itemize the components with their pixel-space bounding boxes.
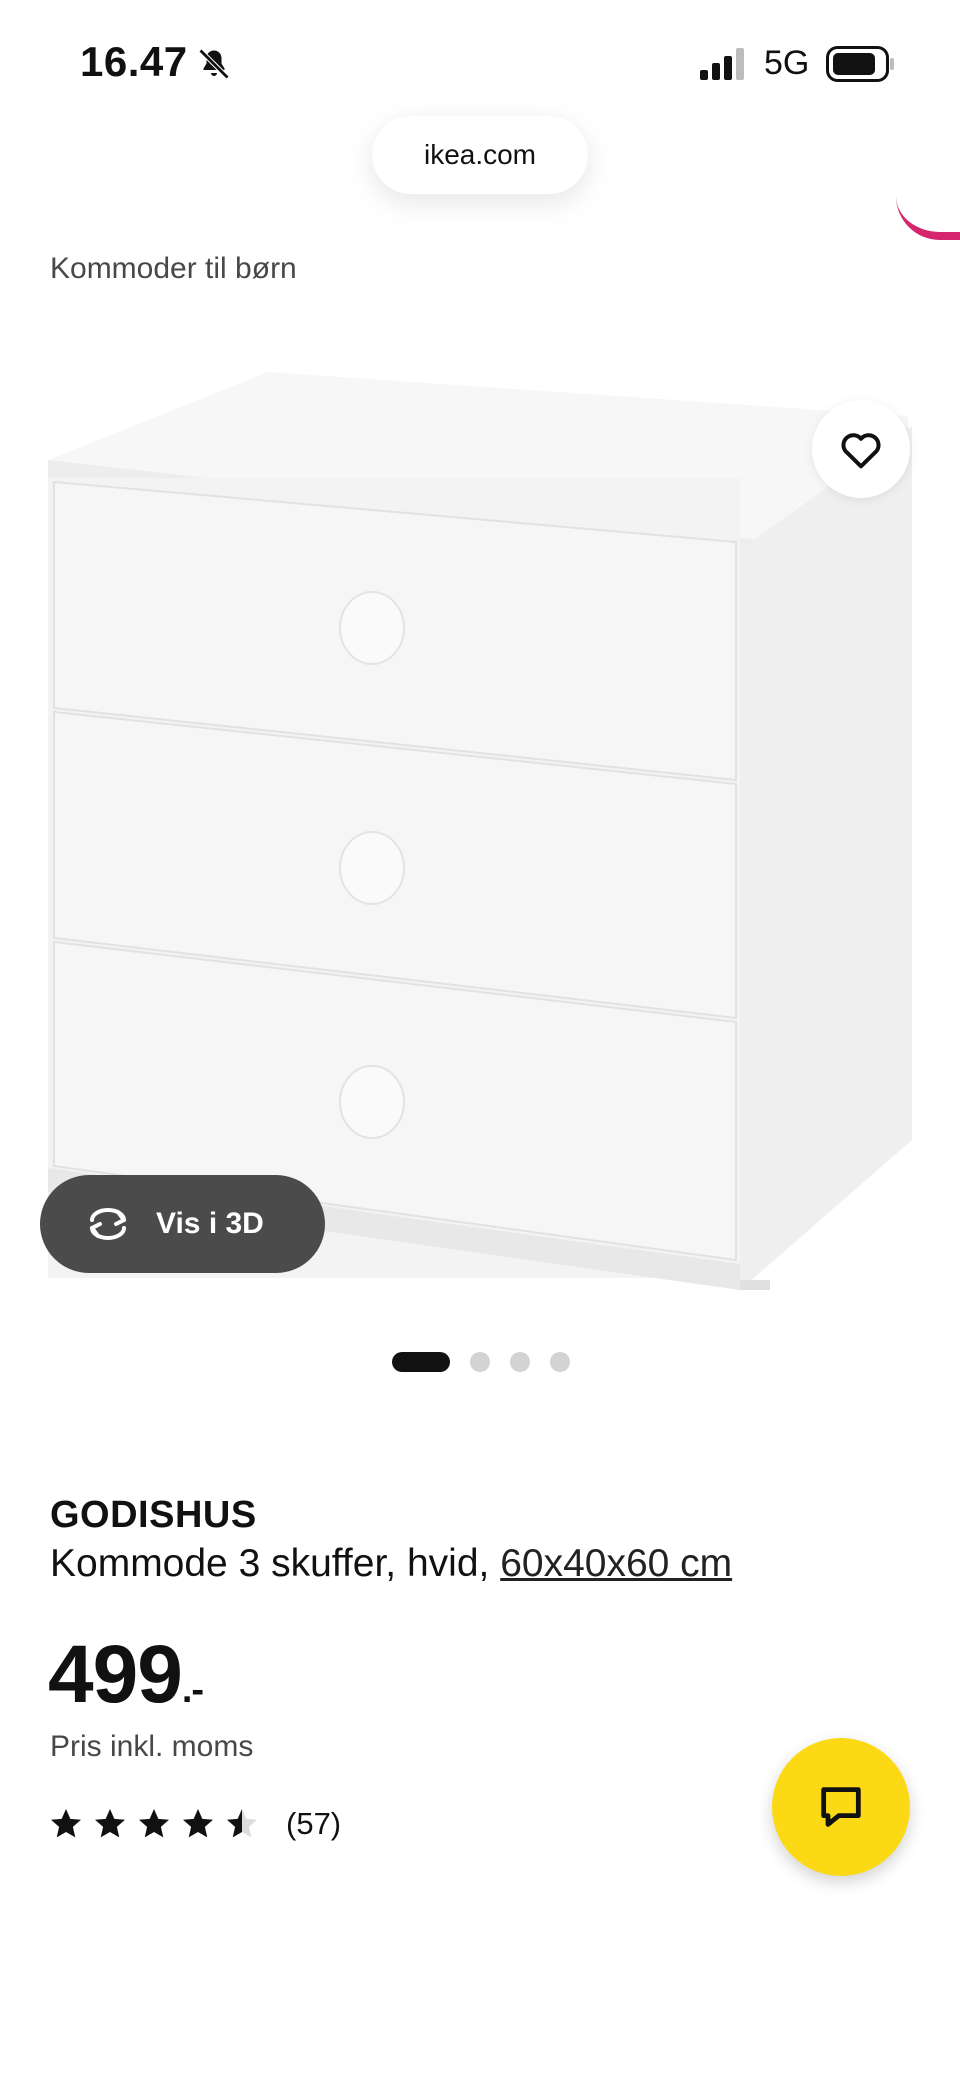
breadcrumb[interactable]: Kommoder til børn bbox=[50, 252, 297, 286]
battery-icon bbox=[826, 46, 894, 82]
carousel-dot[interactable] bbox=[392, 1352, 450, 1372]
carousel-dot[interactable] bbox=[470, 1352, 490, 1372]
product-description-text: Kommode 3 skuffer, hvid, bbox=[50, 1542, 501, 1585]
price-note: Pris inkl. moms bbox=[50, 1730, 254, 1763]
product-image[interactable] bbox=[0, 330, 960, 1320]
star-half-icon bbox=[227, 1809, 257, 1838]
star-icon bbox=[183, 1809, 213, 1838]
product-name: GODISHUS bbox=[50, 1494, 257, 1536]
heart-icon bbox=[841, 433, 881, 469]
price-suffix: .- bbox=[181, 1669, 204, 1711]
carousel-dot[interactable] bbox=[510, 1352, 530, 1372]
network-type: 5G bbox=[764, 44, 810, 82]
status-bar: 16.47 5G bbox=[0, 0, 960, 120]
product-dimensions-link[interactable]: 60x40x60 cm bbox=[500, 1542, 732, 1585]
favorite-button[interactable] bbox=[812, 400, 910, 498]
carousel-indicator[interactable] bbox=[392, 1352, 570, 1372]
view-3d-label: Vis i 3D bbox=[156, 1207, 264, 1240]
bell-slash-icon bbox=[198, 48, 230, 80]
view-3d-button[interactable]: Vis i 3D bbox=[40, 1175, 325, 1273]
status-time: 16.47 bbox=[80, 38, 188, 85]
product-description: Kommode 3 skuffer, hvid, 60x40x60 cm bbox=[50, 1542, 732, 1586]
star-icon bbox=[95, 1809, 125, 1838]
price-value: 499 bbox=[48, 1629, 183, 1720]
product-price: 499.- bbox=[48, 1628, 204, 1722]
carousel-dot[interactable] bbox=[550, 1352, 570, 1372]
star-icon bbox=[51, 1809, 81, 1838]
url-text: ikea.com bbox=[423, 139, 537, 170]
review-count: (57) bbox=[286, 1806, 342, 1841]
rotate-3d-icon bbox=[90, 1208, 126, 1240]
url-bar[interactable]: ikea.com bbox=[372, 116, 588, 194]
dresser-illustration bbox=[48, 372, 912, 1290]
chat-icon bbox=[821, 1787, 861, 1827]
signal-icon bbox=[700, 48, 744, 80]
chat-button[interactable] bbox=[772, 1738, 910, 1876]
star-icon bbox=[139, 1809, 169, 1838]
pink-accent bbox=[896, 196, 960, 240]
product-rating[interactable]: (57) bbox=[48, 1806, 341, 1842]
